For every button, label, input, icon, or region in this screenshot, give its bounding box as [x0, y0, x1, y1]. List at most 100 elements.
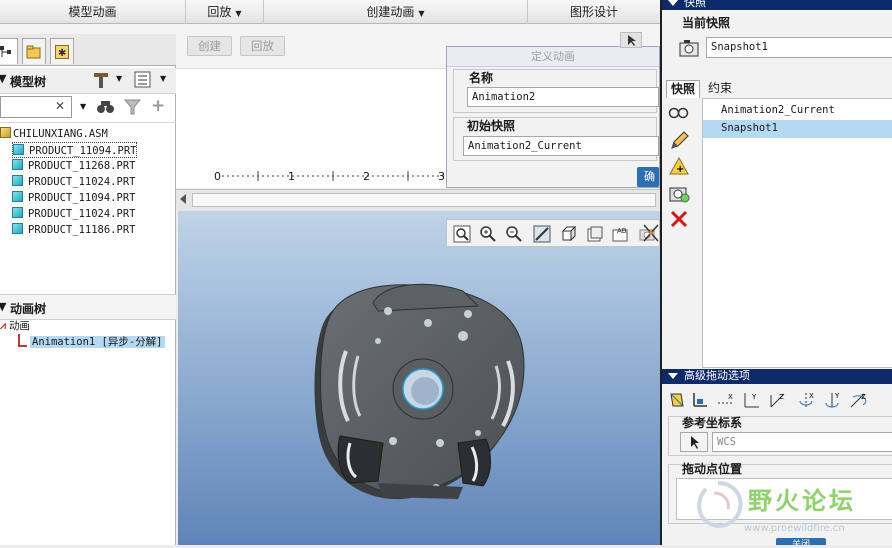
animation-item[interactable]: Animation1 [异步-分解]: [18, 334, 165, 350]
filter-icon[interactable]: [123, 99, 142, 118]
model-tree-tab[interactable]: [0, 38, 18, 64]
tree-search-input[interactable]: ✕: [0, 96, 72, 118]
tree-part-item[interactable]: PRODUCT_11024.PRT: [12, 174, 135, 190]
scroll-left-icon[interactable]: [180, 194, 186, 204]
collapse-icon[interactable]: [668, 373, 678, 379]
menu-graphic-design[interactable]: 图形设计: [528, 0, 660, 24]
take-snapshot-icon[interactable]: [679, 38, 701, 61]
tree-part-item[interactable]: PRODUCT_11094.PRT: [12, 142, 138, 158]
translate-y-icon[interactable]: Y: [742, 390, 762, 410]
favorites-tab[interactable]: ✱: [50, 38, 74, 64]
model-tree-panel: ▼ 模型树 ▼ ▼ ✕ ▼ + CHILUNXIANG.ASM PRODUCT_…: [0, 66, 176, 545]
chevron-down-icon[interactable]: ▼: [80, 102, 86, 111]
tree-part-item[interactable]: PRODUCT_11094.PRT: [12, 190, 135, 206]
translate-z-icon[interactable]: Z: [768, 390, 788, 410]
snapshot-list: Animation2_Current Snapshot1: [702, 98, 892, 368]
chevron-down-icon[interactable]: ▼: [160, 74, 166, 83]
add-warning-icon[interactable]: +: [669, 156, 689, 178]
tree-part-item[interactable]: PRODUCT_11268.PRT: [12, 158, 135, 174]
preview-icon[interactable]: [668, 105, 690, 122]
tree-part-item[interactable]: PRODUCT_11186.PRT: [12, 222, 135, 238]
tree-root-label: CHILUNXIANG.ASM: [13, 128, 108, 140]
menu-playback[interactable]: 回放 ▼: [186, 0, 264, 24]
coord-system-input[interactable]: WCS: [712, 432, 892, 452]
animation-tree-title: 动画树: [10, 302, 47, 316]
tree-part-item[interactable]: PRODUCT_11024.PRT: [12, 206, 135, 222]
tab-constraint[interactable]: 约束: [700, 80, 740, 98]
assembly-icon: [0, 127, 11, 138]
delete-icon[interactable]: [669, 209, 689, 232]
tick-label: 0: [214, 170, 221, 183]
translate-x-icon[interactable]: X: [716, 390, 736, 410]
drag-axis-icon[interactable]: [690, 390, 710, 410]
timeline-area[interactable]: 0 1 2 3: [176, 68, 446, 188]
collapse-icon[interactable]: ▼: [0, 72, 6, 85]
snapshot-panel-title: 快照: [662, 0, 892, 10]
part-icon: [12, 175, 23, 186]
add-column-icon[interactable]: +: [151, 96, 165, 116]
part-label: PRODUCT_11186.PRT: [28, 224, 136, 236]
svg-text:AB: AB: [617, 227, 627, 235]
rotate-x-icon[interactable]: X: [796, 390, 816, 410]
svg-text:✱: ✱: [58, 48, 66, 59]
tab-snapshot[interactable]: 快照: [666, 80, 700, 98]
select-coord-button[interactable]: [680, 432, 708, 452]
zoom-fit-icon[interactable]: [452, 224, 472, 244]
menu-label: 创建动画: [366, 5, 415, 19]
menu-create-animation[interactable]: 创建动画 ▼: [264, 0, 528, 24]
menu-label: 模型动画: [68, 5, 117, 19]
timeline-scrollbar[interactable]: [176, 189, 660, 211]
display-style-icon[interactable]: [559, 224, 579, 244]
animation-item-label: Animation1 [异步-分解]: [30, 336, 165, 348]
chevron-down-icon[interactable]: ▼: [116, 74, 122, 83]
initial-snapshot-select[interactable]: Animation2_Current: [463, 136, 659, 156]
find-icon[interactable]: [96, 98, 116, 119]
part-label: PRODUCT_11094.PRT: [28, 192, 136, 204]
animation-root[interactable]: ⩘ 动画: [0, 318, 30, 334]
collapse-icon[interactable]: ▼: [0, 300, 6, 313]
zoom-out-icon[interactable]: [504, 224, 524, 244]
tick-label: 2: [363, 170, 370, 183]
part-icon: [13, 144, 24, 155]
svg-text:+: +: [676, 164, 684, 175]
snapshot-list-item[interactable]: Animation2_Current: [703, 102, 892, 118]
edit-pencil-icon[interactable]: [669, 131, 689, 154]
clear-icon[interactable]: ✕: [55, 99, 65, 113]
menu-model-animation[interactable]: 模型动画: [0, 0, 186, 24]
svg-text:X: X: [728, 393, 733, 401]
folder-browser-tab[interactable]: [22, 38, 46, 64]
watermark: 野火论坛 www.proewildfire.cn: [678, 473, 892, 545]
snapshot-name-input[interactable]: Snapshot1: [706, 37, 892, 58]
snapshot-camera-icon[interactable]: [668, 183, 690, 206]
view-toolbar: AB: [446, 219, 660, 247]
package-move-icon[interactable]: [667, 390, 687, 410]
ok-button[interactable]: 确: [637, 167, 659, 187]
select-tool-button[interactable]: [620, 32, 642, 48]
chevron-down-icon: ▼: [418, 9, 425, 18]
initial-snapshot-label: 初始快照: [467, 119, 516, 133]
name-label: 名称: [469, 71, 494, 85]
part-label: PRODUCT_11094.PRT: [29, 145, 137, 157]
name-input[interactable]: Animation2: [467, 87, 659, 107]
show-options-icon[interactable]: [134, 71, 152, 92]
watermark-logo: [697, 481, 743, 528]
collapse-icon[interactable]: [668, 0, 678, 6]
graphics-viewport[interactable]: [178, 211, 660, 545]
spin-center-icon[interactable]: [642, 223, 660, 246]
saved-views-icon[interactable]: [585, 224, 605, 244]
repaint-icon[interactable]: [532, 224, 552, 244]
snapshot-item-label: Animation2_Current: [721, 104, 835, 116]
zoom-in-icon[interactable]: [478, 224, 498, 244]
playback-button[interactable]: 回放: [240, 36, 285, 56]
snapshot-list-item-selected[interactable]: Snapshot1: [703, 120, 892, 138]
tree-settings-icon[interactable]: [92, 71, 112, 92]
tree-root-assembly[interactable]: CHILUNXIANG.ASM: [0, 126, 108, 142]
animation-tree-header: ▼ 动画树: [0, 294, 176, 320]
annotation-display-icon[interactable]: AB: [611, 224, 631, 244]
tick-label: 3: [438, 170, 445, 183]
rotate-z-icon[interactable]: Z: [848, 390, 868, 410]
rotate-y-icon[interactable]: Y: [822, 390, 842, 410]
create-button[interactable]: 创建: [187, 36, 232, 56]
svg-text:Y: Y: [834, 392, 840, 400]
scroll-thumb[interactable]: [192, 193, 656, 207]
